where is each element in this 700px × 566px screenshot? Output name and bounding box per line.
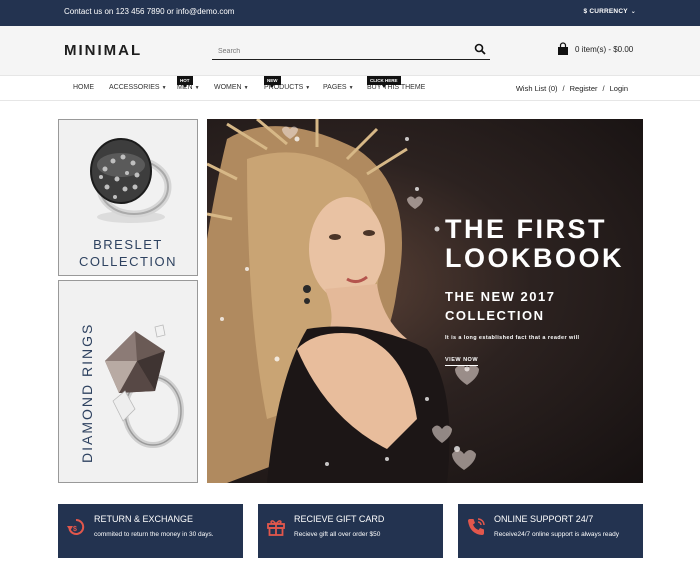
bracelet-ring-image [90,138,172,223]
service-online-support: ONLINE SUPPORT 24/7 Receive24/7 online s… [458,504,643,558]
nav-item-accessories[interactable]: ACCESSORIES ▼ [109,84,167,91]
header: MINIMAL 0 item(s) - $0.00 [0,26,700,76]
search-bar [212,40,490,61]
diamond-ring-image [105,324,184,448]
return-icon: $ [67,518,85,535]
top-bar: Contact us on 123 456 7890 or info@demo.… [0,0,700,26]
wishlist-link[interactable]: Wish List (0) [516,84,558,93]
nav-item-buy-theme[interactable]: CLICK HERE BUY THIS THEME [367,76,425,91]
register-link[interactable]: Register [570,84,598,93]
currency-label: $ CURRENCY [583,8,628,15]
hero-title: THE FIRST LOOKBOOK [445,214,624,273]
service-desc: commited to return the money in 30 days. [94,531,214,538]
hero-description: It is a long established fact that a rea… [445,335,580,341]
nav-item-products[interactable]: NEW PRODUCTS ▼ [264,76,311,91]
service-return-exchange: $ RETURN & EXCHANGE commited to return t… [58,504,243,558]
logo[interactable]: MINIMAL [64,42,142,59]
main-nav: HOME ACCESSORIES▼ HOT MEN▼ WOMEN▼ NEW PR… [0,76,700,101]
search-icon[interactable] [474,43,486,55]
new-badge: NEW [264,76,281,88]
hero-banner[interactable]: THE FIRST LOOKBOOK THE NEW 2017 COLLECTI… [207,119,643,483]
cart-summary: 0 item(s) - $0.00 [575,44,634,54]
caret-down-icon: ▼ [161,85,167,91]
contact-info: Contact us on 123 456 7890 or info@demo.… [64,7,235,16]
nav-item-women[interactable]: WOMEN ▼ [214,84,249,91]
service-title: RECIEVE GIFT CARD [294,514,385,524]
login-link[interactable]: Login [610,84,628,93]
service-title: ONLINE SUPPORT 24/7 [494,514,594,524]
gift-icon [267,520,285,536]
caret-down-icon: ▼ [194,85,200,91]
nav-item-home[interactable]: HOME [73,84,94,91]
view-now-link[interactable]: VIEW NOW [445,357,479,366]
svg-text:$: $ [73,526,77,533]
diamond-caption: DIAMOND RINGS [79,322,95,463]
hero-subtitle: THE NEW 2017 COLLECTION [445,289,556,323]
currency-dropdown[interactable]: $ CURRENCY ⌄ [584,8,637,15]
nav-item-men[interactable]: HOT MEN▼ [177,76,200,91]
nav-item-pages[interactable]: PAGES ▼ [323,84,354,91]
search-input[interactable] [212,42,462,61]
phone-icon [468,518,485,535]
cart-button[interactable]: 0 item(s) - $0.00 [556,42,633,56]
click-here-badge: CLICK HERE [367,76,401,88]
caret-down-icon: ▼ [243,85,249,91]
account-links: Wish List (0) / Register / Login [515,84,628,93]
service-desc: Receive24/7 online support is always rea… [494,531,620,538]
bracelet-collection-banner[interactable]: BRESLET COLLECTION [58,119,198,276]
service-title: RETURN & EXCHANGE [94,514,194,524]
service-desc: Recieve gift all over order $50 [294,531,381,538]
bracelet-caption: BRESLET COLLECTION [78,237,178,269]
hero-text: THE FIRST LOOKBOOK THE NEW 2017 COLLECTI… [445,215,624,366]
shopping-bag-icon [558,42,568,55]
diamond-rings-banner[interactable]: DIAMOND RINGS [58,280,198,483]
caret-down-icon: ▼ [348,85,354,91]
caret-down-icon: ▼ [305,85,311,91]
hot-badge: HOT [177,76,193,88]
chevron-down-icon: ⌄ [630,9,636,15]
service-gift-card: RECIEVE GIFT CARD Recieve gift all over … [258,504,443,558]
